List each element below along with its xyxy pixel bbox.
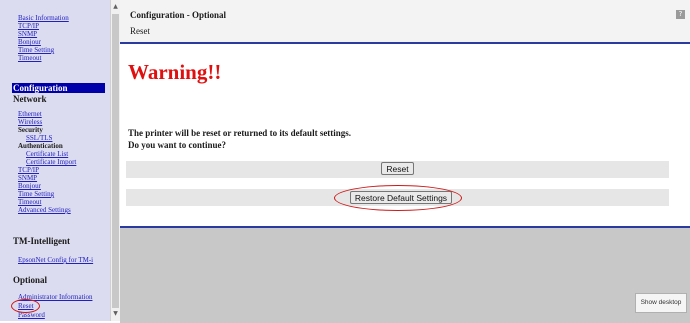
scroll-up-arrow-icon[interactable]: ▲ [111,2,120,12]
page-title: Configuration - Optional [130,10,227,20]
optional-section-header: Optional [13,275,48,285]
sidebar-link-wireless[interactable]: Wireless [18,118,42,126]
sidebar-link-timeout[interactable]: Timeout [18,54,41,62]
scrollbar-thumb[interactable] [112,14,119,308]
reset-button[interactable]: Reset [381,162,414,175]
sidebar-link-ethernet[interactable]: Ethernet [18,110,42,118]
sidebar-scrollbar[interactable]: ▲ ▼ [110,0,120,321]
sidebar-link-network-snmp[interactable]: SNMP [18,174,37,182]
reset-link-highlight-ellipse [11,299,40,313]
sidebar-link-advanced-settings[interactable]: Advanced Settings [18,206,71,214]
sidebar-link-certificate-import[interactable]: Certificate Import [26,158,76,166]
scroll-down-arrow-icon[interactable]: ▼ [111,309,120,319]
configuration-section-header: Configuration [12,83,105,93]
authentication-group-label: Authentication [18,142,63,150]
security-group-label: Security [18,126,43,134]
sidebar-link-network-tcpip[interactable]: TCP/IP [18,166,39,174]
sidebar-link-basic-information[interactable]: Basic Information [18,14,69,22]
sidebar-link-certificate-list[interactable]: Certificate List [26,150,68,158]
tm-intelligent-section-header: TM-Intelligent [13,236,70,246]
empty-lower-panel [120,226,690,323]
sidebar-link-epsonnet-config[interactable]: EpsonNet Config for TM-i [18,256,93,264]
reset-message-line-2: Do you want to continue? [128,140,227,150]
sidebar-nav: Basic Information TCP/IP SNMP Bonjour Ti… [0,0,110,321]
sidebar-link-bonjour[interactable]: Bonjour [18,38,41,46]
help-icon[interactable]: ? [676,10,685,19]
sidebar-link-network-bonjour[interactable]: Bonjour [18,182,41,190]
warning-heading: Warning!! [128,60,222,84]
sidebar-link-tcpip[interactable]: TCP/IP [18,22,39,30]
reset-button-row: Reset [126,161,669,178]
page-subtitle: Reset [130,26,150,36]
reset-message-line-1: The printer will be reset or returned to… [128,128,352,138]
show-desktop-tooltip: Show desktop [635,293,687,313]
restore-button-highlight-ellipse [334,185,462,211]
sidebar-link-time-setting[interactable]: Time Setting [18,46,54,54]
sidebar-link-ssl-tls[interactable]: SSL/TLS [26,134,52,142]
main-content: Configuration - Optional Reset ? Warning… [120,0,690,323]
sidebar-link-network-time-setting[interactable]: Time Setting [18,190,54,198]
sidebar-link-network-timeout[interactable]: Timeout [18,198,41,206]
network-section-header: Network [13,94,47,104]
sidebar-link-snmp[interactable]: SNMP [18,30,37,38]
page-header: Configuration - Optional Reset ? [120,0,690,44]
